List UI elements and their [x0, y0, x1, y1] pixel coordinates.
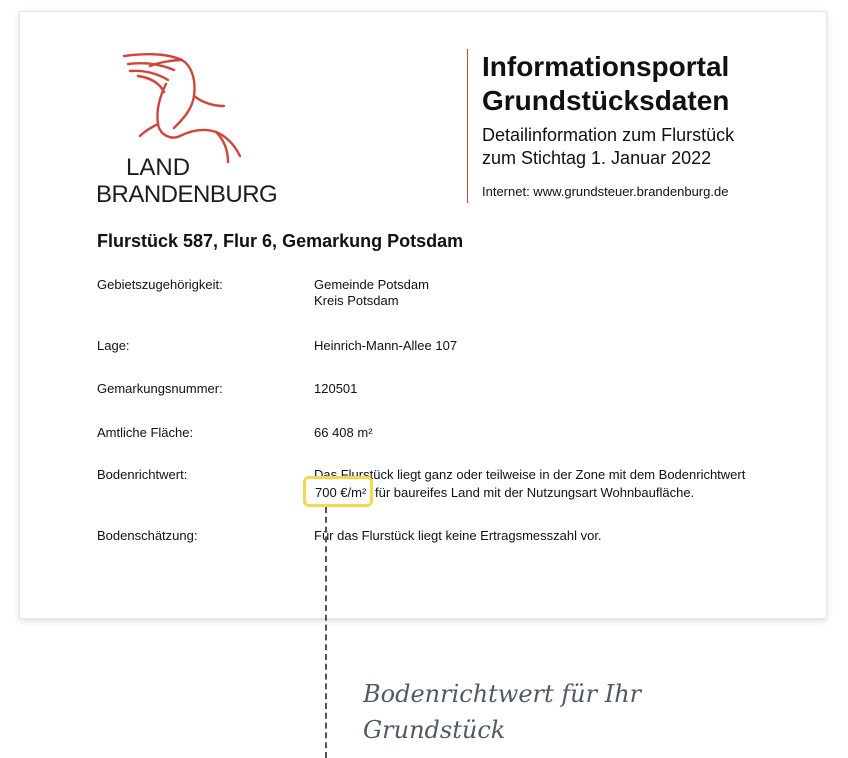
value-lage: Heinrich-Mann-Allee 107	[314, 338, 458, 353]
portal-title-line2: Grundstücksdaten	[482, 85, 730, 116]
value-kreis: Kreis Potsdam	[314, 293, 399, 308]
label-gebietszugehoerigkeit: Gebietszugehörigkeit:	[97, 277, 223, 292]
label-amtliche-flaeche: Amtliche Fläche:	[97, 425, 194, 440]
annotation-caption: Bodenrichtwert für Ihr Grundstück	[363, 676, 641, 748]
bodenrichtwert-value: 700 €/m²	[315, 485, 367, 500]
portal-subtitle-line1: Detailinformation zum Flurstück	[482, 125, 735, 145]
eagle-icon	[122, 53, 242, 164]
bodenrichtwert-highlight: 700 €/m²	[303, 476, 373, 507]
label-lage: Lage:	[97, 338, 130, 353]
value-bodenrichtwert-line1: Das Flurstück liegt ganz oder teilweise …	[314, 467, 746, 482]
value-bodenrichtwert-line2: für baureifes Land mit der Nutzungsart W…	[375, 485, 695, 500]
label-bodenrichtwert: Bodenrichtwert:	[97, 467, 188, 482]
logo-text-land: LAND	[126, 154, 191, 181]
annotation-connector	[325, 507, 327, 758]
parcel-heading: Flurstück 587, Flur 6, Gemarkung Potsdam	[97, 231, 464, 251]
value-bodenschaetzung: Für das Flurstück liegt keine Ertragsmes…	[314, 528, 602, 543]
value-amtliche-flaeche: 66 408 m²	[314, 425, 373, 440]
portal-website: Internet: www.grundsteuer.brandenburg.de	[482, 184, 729, 199]
label-bodenschaetzung: Bodenschätzung:	[97, 528, 198, 543]
value-gebietszugehoerigkeit: Gemeinde Potsdam Kreis Potsdam	[314, 277, 429, 309]
portal-subtitle-line2: zum Stichtag 1. Januar 2022	[482, 148, 712, 168]
portal-title-line1: Informationsportal	[482, 51, 730, 82]
header-divider	[467, 49, 468, 203]
logo-text-brandenburg: BRANDENBURG	[96, 181, 278, 208]
value-gemeinde: Gemeinde Potsdam	[314, 277, 429, 292]
value-gemarkungsnummer: 120501	[314, 381, 358, 396]
label-gemarkungsnummer: Gemarkungsnummer:	[97, 381, 223, 396]
annotation-caption-line2: Grundstück	[363, 716, 506, 744]
annotation-caption-line1: Bodenrichtwert für Ihr	[363, 680, 642, 708]
portal-title: Informationsportal Grundstücksdaten	[482, 50, 729, 118]
portal-subtitle: Detailinformation zum Flurstück zum Stic…	[482, 124, 734, 170]
land-brandenburg-logo: LAND BRANDENBURG	[96, 40, 296, 208]
